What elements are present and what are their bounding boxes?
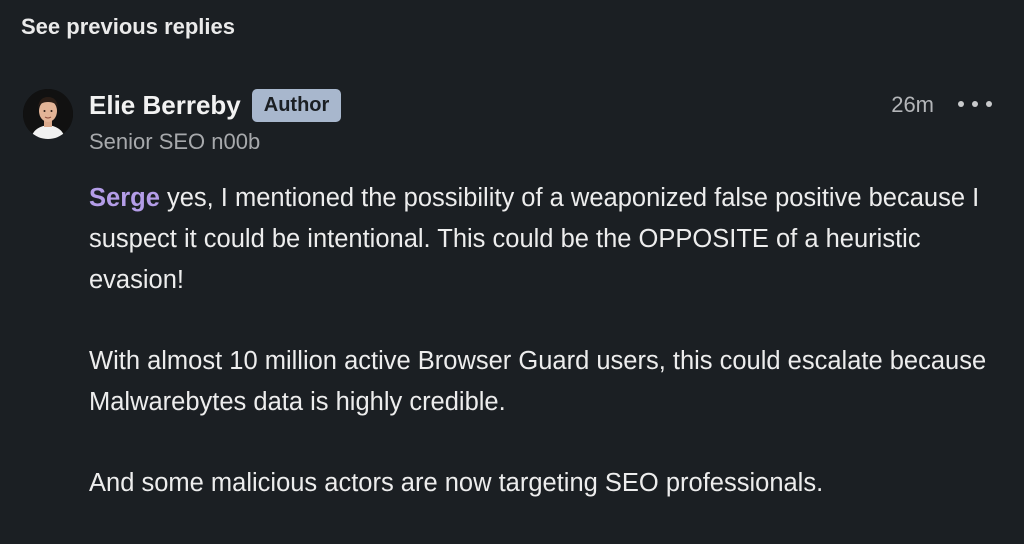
comment-body: Serge yes, I mentioned the possibility o… — [89, 178, 1009, 544]
avatar[interactable] — [23, 89, 73, 139]
see-previous-replies-link[interactable]: See previous replies — [21, 14, 235, 40]
author-name-row: Elie Berreby Author — [89, 89, 342, 122]
more-horizontal-icon — [972, 101, 978, 107]
mention-link[interactable]: Serge — [89, 184, 160, 212]
avatar-portrait-icon — [23, 89, 73, 139]
comment-paragraph: With almost 10 million active Browser Gu… — [89, 347, 987, 416]
author-badge: Author — [251, 89, 342, 122]
comment-timestamp: 26m — [891, 92, 934, 117]
more-options-button[interactable] — [958, 92, 992, 116]
more-horizontal-icon — [958, 101, 964, 107]
comment-paragraph: Serge yes, I mentioned the possibility o… — [89, 178, 1009, 301]
comment-paragraph-text: yes, I mentioned the possibility of a we… — [89, 184, 980, 294]
author-headline: Senior SEO n00b — [89, 129, 261, 154]
comment-paragraph: And some malicious actors are now target… — [89, 469, 824, 497]
author-name[interactable]: Elie Berreby — [89, 90, 241, 121]
more-horizontal-icon — [986, 101, 992, 107]
